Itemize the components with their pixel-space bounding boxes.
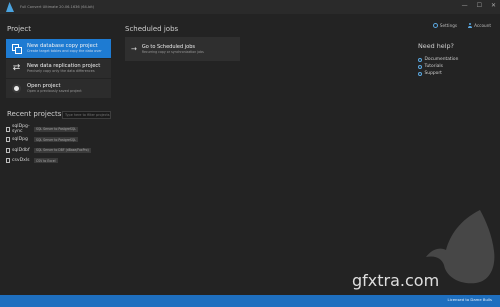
help-link-label: Tutorials <box>424 64 443 69</box>
settings-label: Settings <box>439 23 458 28</box>
file-icon <box>6 147 10 153</box>
card-subtitle: Create target tables and copy the data o… <box>27 49 102 54</box>
window-controls: — ☐ ✕ <box>462 2 496 10</box>
settings-link[interactable]: Settings <box>432 23 458 28</box>
maximize-button[interactable]: ☐ <box>477 2 482 10</box>
project-type-badge: SQL Server to PostgreSQL <box>34 137 78 143</box>
list-item[interactable]: csvDxls CSV to Excel <box>6 156 91 167</box>
account-link[interactable]: Account <box>467 23 491 28</box>
list-item[interactable]: sqlDpg-sync SQL Server to PostgreSQL <box>6 124 91 135</box>
help-title: Need help? <box>418 42 454 50</box>
app-logo-icon <box>6 2 14 12</box>
documentation-link[interactable]: Documentation <box>418 56 458 63</box>
help-link-label: Support <box>424 71 442 76</box>
list-item[interactable]: sqlDdbf SQL Server to DBF (dBase/FoxPro) <box>6 145 91 156</box>
info-icon <box>418 64 422 69</box>
new-data-replication-project-button[interactable]: ⇄ New data replication project Precisely… <box>6 59 111 78</box>
project-name: csvDxls <box>12 158 30 164</box>
project-name: sqlDpg-sync <box>12 124 30 135</box>
account-label: Account <box>474 23 491 28</box>
new-database-copy-project-button[interactable]: New database copy project Create target … <box>6 39 111 58</box>
license-status: Licensed to Dame Bulls <box>447 297 492 302</box>
gear-icon <box>432 23 438 28</box>
arrow-right-icon: → <box>131 45 137 53</box>
project-name: sqlDdbf <box>12 147 30 153</box>
window-title: Full Convert Ultimate 20.06.1636 (64-bit… <box>20 5 95 9</box>
recent-projects-title: Recent projects <box>7 110 62 118</box>
project-section-title: Project <box>7 25 31 33</box>
top-links: Settings Account <box>432 23 491 28</box>
recent-projects-list: sqlDpg-sync SQL Server to PostgreSQL sql… <box>6 124 91 166</box>
project-type-badge: CSV to Excel <box>34 158 58 164</box>
card-subtitle: Recurring copy or synchronization jobs <box>141 49 204 54</box>
title-bar: Full Convert Ultimate 20.06.1636 (64-bit… <box>0 0 500 14</box>
replication-icon: ⇄ <box>12 63 21 73</box>
copy-icon <box>12 44 22 54</box>
card-subtitle: Precisely copy only the data differences <box>27 69 95 74</box>
minimize-button[interactable]: — <box>462 2 468 10</box>
tutorials-link[interactable]: Tutorials <box>418 63 458 70</box>
card-title: Go to Scheduled jobs <box>141 43 195 50</box>
info-icon <box>418 57 422 62</box>
status-bar: Licensed to Dame Bulls <box>0 295 500 307</box>
list-item[interactable]: sqlDpg SQL Server to PostgreSQL <box>6 135 91 146</box>
help-link-label: Documentation <box>424 57 459 62</box>
file-icon <box>6 158 10 164</box>
file-icon <box>6 137 10 143</box>
project-name: sqlDpg <box>12 137 28 143</box>
close-button[interactable]: ✕ <box>491 2 496 10</box>
filter-projects-input[interactable] <box>62 111 111 119</box>
card-subtitle: Open a previously saved project <box>27 89 82 94</box>
open-project-icon <box>12 84 21 93</box>
scheduled-jobs-title: Scheduled jobs <box>125 25 179 33</box>
open-project-button[interactable]: Open project Open a previously saved pro… <box>6 79 111 98</box>
file-icon <box>6 126 10 132</box>
support-link[interactable]: Support <box>418 70 458 77</box>
project-type-badge: SQL Server to DBF (dBase/FoxPro) <box>34 147 91 153</box>
go-to-scheduled-jobs-button[interactable]: → Go to Scheduled jobs Recurring copy or… <box>125 37 240 61</box>
project-type-badge: SQL Server to PostgreSQL <box>34 126 78 132</box>
user-icon <box>467 23 472 28</box>
watermark-text: gfxtra.com <box>352 271 440 290</box>
info-icon <box>418 71 422 76</box>
help-panel: Need help? Documentation Tutorials Suppo… <box>418 42 458 77</box>
